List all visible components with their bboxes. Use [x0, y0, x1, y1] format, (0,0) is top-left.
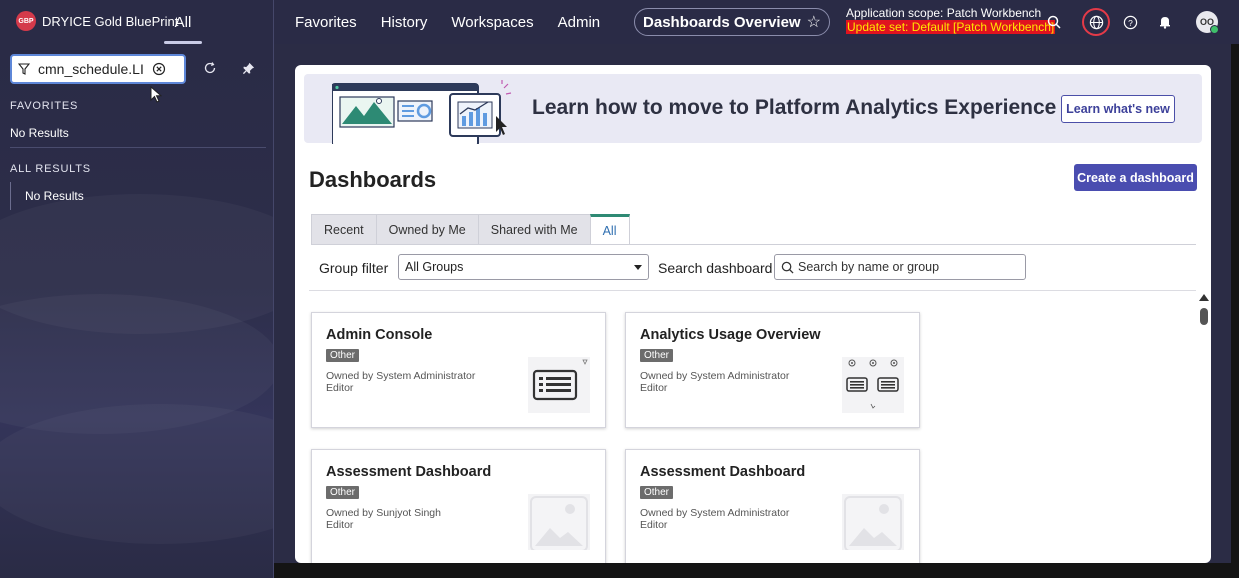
- card-owner-text: Owned by System Administrator: [326, 370, 476, 382]
- card-owner: Owned by System Administrator Editor: [326, 370, 475, 394]
- card-title[interactable]: Admin Console: [326, 327, 432, 343]
- search-icon[interactable]: [1044, 12, 1064, 32]
- tab-all[interactable]: All: [589, 214, 630, 245]
- globe-icon[interactable]: [1082, 8, 1110, 36]
- tabs-divider: [311, 244, 1196, 245]
- tab-owned-by-me[interactable]: Owned by Me: [375, 214, 479, 245]
- card-title[interactable]: Assessment Dashboard: [640, 464, 805, 480]
- filter-divider: [309, 290, 1196, 291]
- card-owner-text: Owned by System Administrator: [640, 370, 790, 382]
- clear-icon[interactable]: [152, 62, 166, 76]
- main-menu: Favorites History Workspaces Admin: [295, 0, 600, 44]
- help-icon[interactable]: ?: [1120, 12, 1140, 32]
- star-icon[interactable]: ☆: [807, 12, 821, 32]
- section-divider: [10, 147, 266, 148]
- dashboard-tabs: Recent Owned by Me Shared with Me All: [311, 214, 630, 245]
- pin-icon[interactable]: [238, 58, 258, 78]
- create-dashboard-button[interactable]: Create a dashboard: [1074, 164, 1197, 191]
- group-filter-value: All Groups: [405, 260, 464, 274]
- background-wave: [0, 404, 273, 544]
- menu-workspaces[interactable]: Workspaces: [451, 14, 533, 31]
- svg-text:?: ?: [1128, 17, 1133, 27]
- card-owner: Owned by System Administrator Editor: [640, 507, 789, 531]
- chevron-down-icon: [634, 264, 642, 270]
- tree-line: [10, 182, 11, 210]
- dashboards-page: Learn how to move to Platform Analytics …: [295, 65, 1211, 563]
- refresh-icon[interactable]: [200, 58, 220, 78]
- analytics-banner: Learn how to move to Platform Analytics …: [304, 74, 1202, 144]
- dashboard-card[interactable]: Assessment Dashboard Other Owned by Sunj…: [311, 449, 606, 563]
- list-thumbnail-icon: [528, 357, 590, 413]
- multi-list-thumbnail-icon: [842, 357, 904, 413]
- card-role-text: Editor: [640, 519, 668, 531]
- mouse-cursor: [150, 86, 162, 103]
- tab-all[interactable]: All: [164, 0, 202, 44]
- favorites-empty: No Results: [10, 126, 69, 140]
- application-scope[interactable]: Application scope: Patch Workbench Updat…: [846, 6, 1056, 34]
- menu-admin[interactable]: Admin: [558, 14, 601, 31]
- filter-value: cmn_schedule.LIS: [38, 61, 144, 77]
- all-results-section-title: ALL RESULTS: [10, 163, 91, 175]
- group-filter-select[interactable]: All Groups: [398, 254, 649, 280]
- image-placeholder-icon: [528, 494, 590, 552]
- scrollbar-thumb[interactable]: [1200, 308, 1208, 325]
- card-badge: Other: [326, 349, 360, 362]
- all-results-empty: No Results: [25, 189, 84, 203]
- tab-shared-with-me[interactable]: Shared with Me: [477, 214, 591, 245]
- analytics-illustration: [332, 80, 512, 144]
- window-frame-right: [1231, 44, 1239, 578]
- search-icon: [781, 261, 794, 274]
- card-role-text: Editor: [640, 382, 668, 394]
- dashboard-card[interactable]: Admin Console Other Owned by System Admi…: [311, 312, 606, 428]
- card-role-text: Editor: [326, 382, 354, 394]
- filter-icon: [18, 63, 30, 75]
- update-set-label: Update set: Default [Patch Workbench]: [846, 20, 1056, 34]
- banner-headline: Learn how to move to Platform Analytics …: [532, 96, 1057, 119]
- card-owner: Owned by System Administrator Editor: [640, 370, 789, 394]
- card-title[interactable]: Analytics Usage Overview: [640, 327, 821, 343]
- top-navigation-bar: GBP DRYICE Gold BluePrint All Favorites …: [0, 0, 1239, 44]
- page-title-pill[interactable]: Dashboards Overview ☆: [634, 8, 830, 36]
- search-dashboard-input[interactable]: Search by name or group: [774, 254, 1026, 280]
- page-title: Dashboards: [309, 167, 437, 192]
- favorites-section-title: FAVORITES: [10, 100, 79, 112]
- menu-history[interactable]: History: [381, 14, 428, 31]
- search-dashboard-label: Search dashboard: [658, 260, 773, 276]
- card-title[interactable]: Assessment Dashboard: [326, 464, 491, 480]
- group-filter-label: Group filter: [319, 260, 389, 276]
- navigator-filter-input[interactable]: cmn_schedule.LIS: [10, 54, 186, 84]
- brand-logo: GBP: [16, 11, 36, 31]
- menu-favorites[interactable]: Favorites: [295, 14, 357, 31]
- card-badge: Other: [326, 486, 360, 499]
- card-owner-text: Owned by System Administrator: [640, 507, 790, 519]
- card-owner-text: Owned by Sunjyot Singh: [326, 507, 441, 519]
- window-frame-bottom: [274, 563, 1239, 578]
- search-placeholder: Search by name or group: [798, 260, 940, 274]
- dashboard-card[interactable]: Analytics Usage Overview Other Owned by …: [625, 312, 920, 428]
- scroll-up-arrow[interactable]: [1199, 294, 1209, 301]
- brand[interactable]: GBP DRYICE Gold BluePrint: [16, 11, 178, 31]
- bell-icon[interactable]: [1155, 12, 1175, 32]
- scope-label: Application scope: Patch Workbench: [846, 6, 1042, 20]
- dashboard-card[interactable]: Assessment Dashboard Other Owned by Syst…: [625, 449, 920, 563]
- tab-recent[interactable]: Recent: [311, 214, 377, 245]
- image-placeholder-icon: [842, 494, 904, 552]
- card-badge: Other: [640, 349, 674, 362]
- page-title-pill-label: Dashboards Overview: [643, 13, 801, 31]
- navigator-sidebar: cmn_schedule.LIS FAVORITES No Results AL…: [0, 44, 273, 578]
- avatar[interactable]: OO: [1196, 11, 1219, 34]
- brand-name: DRYICE Gold BluePrint: [42, 13, 179, 29]
- card-badge: Other: [640, 486, 674, 499]
- sidebar-divider: [273, 0, 274, 578]
- learn-whats-new-button[interactable]: Learn what's new: [1061, 95, 1175, 123]
- card-role-text: Editor: [326, 519, 354, 531]
- card-owner: Owned by Sunjyot Singh Editor: [326, 507, 441, 531]
